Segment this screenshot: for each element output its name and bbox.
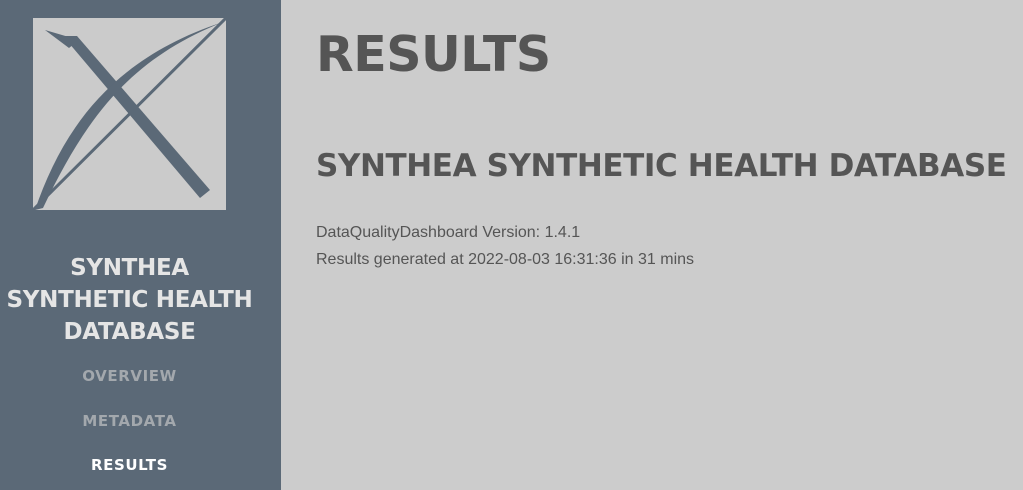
version-text: DataQualityDashboard Version: 1.4.1: [316, 224, 581, 241]
sidebar: SYNTHEA SYNTHETIC HEALTH DATABASE OVERVI…: [0, 0, 281, 490]
nav-results[interactable]: RESULTS: [0, 456, 259, 474]
database-name-line: DATABASE: [63, 319, 196, 345]
ohdsi-logo-icon[interactable]: [33, 18, 226, 210]
page-title: RESULTS: [316, 26, 551, 83]
nav-metadata[interactable]: METADATA: [0, 412, 259, 430]
database-name: SYNTHEA SYNTHETIC HEALTH DATABASE: [0, 252, 259, 348]
app: SYNTHEA SYNTHETIC HEALTH DATABASE OVERVI…: [0, 0, 1023, 490]
main-content: RESULTS SYNTHEA SYNTHETIC HEALTH DATABAS…: [281, 0, 1023, 490]
database-name-line: SYNTHETIC HEALTH: [6, 287, 253, 313]
database-title: SYNTHEA SYNTHETIC HEALTH DATABASE: [316, 148, 1007, 184]
database-name-line: SYNTHEA: [70, 255, 189, 281]
generated-text: Results generated at 2022-08-03 16:31:36…: [316, 251, 695, 268]
nav-overview[interactable]: OVERVIEW: [0, 367, 259, 385]
